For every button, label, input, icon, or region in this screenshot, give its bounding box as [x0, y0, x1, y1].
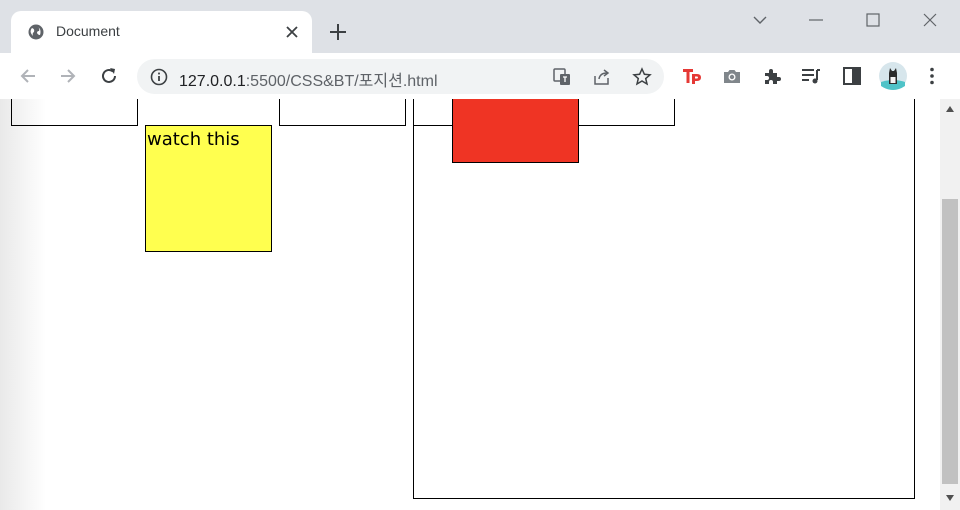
profile-avatar[interactable]: [879, 62, 907, 90]
globe-icon: [28, 24, 44, 40]
media-icon[interactable]: [800, 65, 822, 87]
tp-extension-icon[interactable]: [681, 65, 703, 87]
translate-icon[interactable]: [552, 67, 572, 87]
url-host: 127.0.0.1: [179, 73, 246, 90]
close-window-icon[interactable]: [920, 10, 940, 30]
new-tab-icon[interactable]: [327, 21, 349, 43]
left-shade: [0, 99, 46, 510]
relative-box-yellow: watch this: [145, 125, 272, 252]
yellow-box-text: watch this: [147, 129, 240, 150]
scroll-up-icon[interactable]: [945, 105, 955, 113]
close-icon[interactable]: [284, 24, 300, 40]
reload-icon[interactable]: [98, 65, 120, 87]
scrollbar-thumb[interactable]: [942, 199, 958, 484]
toolbar: 127.0.0.1:5500/CSS&BT/포지션.html: [0, 53, 960, 99]
forward-icon[interactable]: [57, 65, 79, 87]
address-bar[interactable]: 127.0.0.1:5500/CSS&BT/포지션.html: [137, 59, 664, 94]
absolute-box-red: [452, 99, 579, 163]
menu-icon[interactable]: [921, 65, 943, 87]
star-icon[interactable]: [632, 67, 652, 87]
side-panel-icon[interactable]: [841, 65, 863, 87]
chevron-down-icon[interactable]: [750, 10, 770, 30]
tab-document[interactable]: Document: [11, 11, 312, 53]
page-viewport: watch this: [0, 99, 940, 510]
browser-window: Document 127.0.0.1:5500/CSS&BT/포지션.html …: [0, 0, 960, 510]
static-box-3: [279, 99, 406, 126]
url-text[interactable]: 127.0.0.1:5500/CSS&BT/포지션.html: [179, 67, 438, 91]
share-icon[interactable]: [592, 67, 612, 87]
minimize-icon[interactable]: [806, 10, 826, 30]
info-icon[interactable]: [150, 68, 168, 86]
maximize-icon[interactable]: [863, 10, 883, 30]
scroll-down-icon[interactable]: [945, 494, 955, 502]
camera-icon[interactable]: [721, 65, 743, 87]
tab-strip: Document: [0, 0, 960, 53]
static-box-1: [11, 99, 138, 126]
back-icon[interactable]: [17, 65, 39, 87]
vertical-scrollbar[interactable]: [940, 99, 960, 510]
tab-title: Document: [56, 23, 120, 39]
url-path: :5500/CSS&BT/포지션.html: [245, 73, 438, 90]
extensions-icon[interactable]: [761, 65, 783, 87]
